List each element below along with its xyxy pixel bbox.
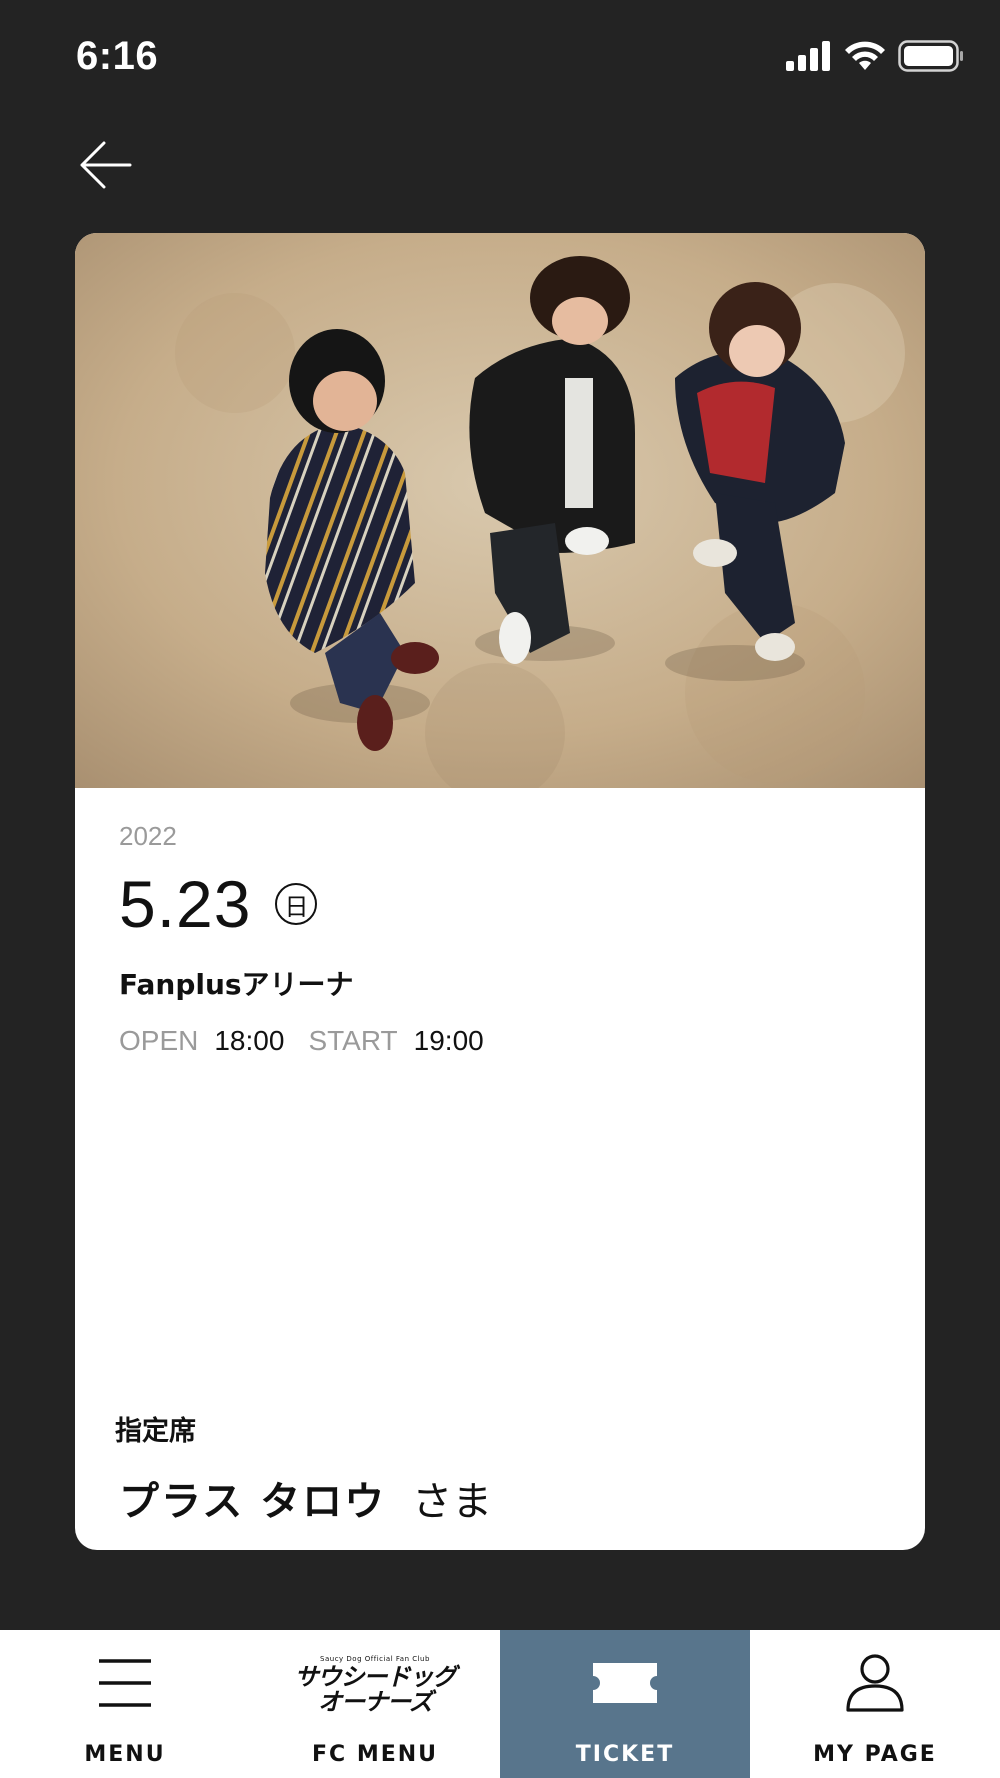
user-icon	[845, 1652, 905, 1719]
battery-icon	[898, 40, 964, 77]
ticket-times: OPEN 18:00 START 19:00	[119, 1025, 881, 1057]
nav-ticket[interactable]: TICKET	[500, 1630, 750, 1778]
ticket-info: 2022 5.23 日 Fanplusアリーナ OPEN 18:00 START…	[119, 823, 881, 1057]
nav-menu[interactable]: MENU	[0, 1630, 250, 1778]
fc-logo-line1: サウシードッグ	[294, 1663, 457, 1691]
wifi-icon	[844, 40, 886, 77]
fc-logo-line2: オーナーズ	[318, 1688, 433, 1716]
start-time: 19:00	[413, 1025, 484, 1056]
ticket-venue: Fanplusアリーナ	[119, 968, 354, 1001]
back-button[interactable]	[78, 135, 138, 195]
bottom-nav: MENU Saucy Dog Official Fan Club サウシードッグ…	[0, 1630, 1000, 1778]
ticket-date: 5.23	[119, 867, 252, 941]
fc-logo-small-text: Saucy Dog Official Fan Club	[320, 1655, 430, 1663]
open-label: OPEN	[119, 1025, 199, 1056]
nav-label-fc-menu: FC MENU	[311, 1742, 439, 1767]
nav-icon-container	[750, 1652, 1000, 1718]
start-label: START	[308, 1025, 398, 1056]
holder-suffix: さま	[412, 1479, 493, 1525]
open-time: 18:00	[214, 1025, 285, 1056]
nav-label-my-page: MY PAGE	[813, 1742, 937, 1767]
holder-name: プラス タロウ	[119, 1479, 387, 1525]
nav-label-ticket: TICKET	[575, 1742, 675, 1767]
fan-club-logo: Saucy Dog Official Fan Club サウシードッグ オーナー…	[294, 1655, 457, 1716]
seat-type: 指定席	[115, 1416, 196, 1447]
ticket-holder: プラス タロウ さま	[119, 1469, 492, 1527]
band-photo	[75, 233, 925, 788]
nav-fc-menu[interactable]: Saucy Dog Official Fan Club サウシードッグ オーナー…	[250, 1630, 500, 1778]
ticket-weekday: 日	[275, 883, 318, 925]
nav-icon-container	[500, 1652, 750, 1718]
ticket-icon	[589, 1659, 661, 1712]
status-bar: 6:16	[0, 0, 1000, 110]
hamburger-menu-icon	[97, 1655, 153, 1716]
arrow-left-icon	[78, 141, 134, 199]
status-icons	[784, 40, 964, 77]
status-time: 6:16	[76, 34, 159, 78]
ticket-year: 2022	[119, 821, 177, 851]
nav-icon-container: Saucy Dog Official Fan Club サウシードッグ オーナー…	[250, 1652, 500, 1718]
nav-label-menu: MENU	[84, 1742, 166, 1767]
cellular-signal-icon	[784, 40, 832, 77]
nav-my-page[interactable]: MY PAGE	[750, 1630, 1000, 1778]
nav-icon-container	[0, 1652, 250, 1718]
ticket-card: 2022 5.23 日 Fanplusアリーナ OPEN 18:00 START…	[75, 233, 925, 1550]
ticket-date-row: 5.23 日	[119, 871, 881, 937]
